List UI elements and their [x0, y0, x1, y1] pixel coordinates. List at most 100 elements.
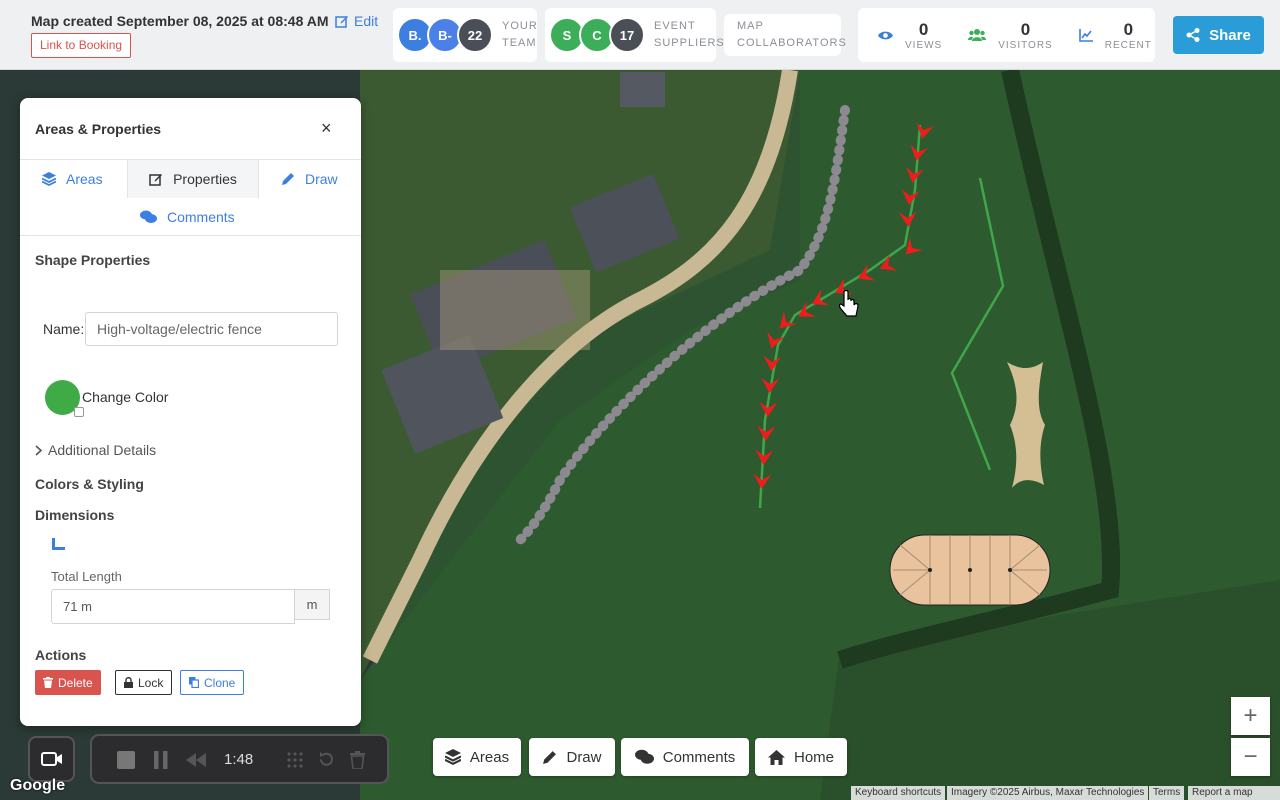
- additional-details-toggle[interactable]: Additional Details: [35, 442, 156, 458]
- actions-heading: Actions: [35, 647, 87, 663]
- visitors-count: 0: [1020, 19, 1031, 39]
- lock-button[interactable]: Lock: [115, 670, 173, 695]
- zoom-in-button[interactable]: +: [1231, 697, 1270, 735]
- comments-icon: [140, 210, 157, 223]
- top-header: Map created September 08, 2025 at 08:48 …: [0, 0, 1280, 70]
- comments-icon: [634, 749, 654, 764]
- delete-button[interactable]: Delete: [35, 670, 101, 695]
- trash-icon: [43, 677, 53, 688]
- trash-icon[interactable]: [350, 751, 365, 769]
- total-length-input[interactable]: [51, 589, 295, 624]
- copy-icon: [189, 677, 199, 688]
- edit-label: Edit: [354, 13, 379, 29]
- edit-map-link[interactable]: Edit: [335, 13, 378, 29]
- map-collaborators-box[interactable]: MAP COLLABORATORS: [724, 14, 846, 56]
- pencil-icon: [282, 173, 294, 185]
- comments-toolbar-button[interactable]: Comments: [621, 738, 749, 776]
- suppliers-label-2: SUPPLIERS: [654, 37, 725, 49]
- delete-label: Delete: [58, 675, 93, 690]
- edit-icon: [335, 16, 348, 28]
- shape-properties-heading: Shape Properties: [35, 252, 151, 268]
- visitors-stat: 0 VISITORS: [968, 20, 1053, 51]
- shed-roof: [620, 72, 665, 107]
- collaborators-label-1: MAP: [737, 20, 764, 32]
- areas-toolbar-label: Areas: [469, 748, 510, 766]
- tab-draw-label: Draw: [305, 171, 338, 187]
- recording-timer: 1:48: [224, 751, 254, 768]
- link-to-booking-button[interactable]: Link to Booking: [31, 33, 132, 58]
- draw-toolbar-label: Draw: [566, 748, 602, 766]
- close-icon[interactable]: ×: [321, 118, 332, 139]
- team-label-1: YOUR: [502, 20, 538, 32]
- color-picker-badge[interactable]: [74, 407, 84, 417]
- event-suppliers-box[interactable]: S C 17 EVENT SUPPLIERS: [545, 8, 724, 62]
- layers-icon: [444, 749, 461, 765]
- report-map-error-link[interactable]: Report a map error: [1188, 786, 1280, 800]
- eye-icon: [878, 31, 893, 39]
- your-team-box[interactable]: B. B- 22 YOUR TEAM: [393, 8, 537, 62]
- panel-tabs: Areas Properties Draw Comments: [20, 159, 361, 236]
- edit-icon: [149, 174, 163, 186]
- shape-name-input[interactable]: [85, 312, 338, 346]
- share-icon: [1186, 28, 1200, 42]
- home-toolbar-button[interactable]: Home: [755, 738, 847, 776]
- draw-toolbar-button[interactable]: Draw: [529, 738, 615, 776]
- terms-link[interactable]: Terms: [1149, 786, 1185, 800]
- suppliers-label-1: EVENT: [654, 20, 696, 32]
- layers-icon: [42, 172, 56, 186]
- team-count-badge[interactable]: 22: [457, 17, 493, 53]
- tab-areas[interactable]: Areas: [42, 160, 103, 198]
- users-icon: [968, 29, 987, 41]
- panel-title: Areas & Properties: [35, 121, 162, 137]
- yard: [440, 270, 590, 350]
- tab-comments[interactable]: Comments: [140, 198, 235, 236]
- tab-properties-label: Properties: [173, 171, 237, 187]
- supplier-count-badge[interactable]: 17: [609, 17, 645, 53]
- home-toolbar-label: Home: [793, 748, 834, 766]
- areas-properties-panel: Areas & Properties × Areas Properties Dr…: [20, 98, 361, 726]
- home-icon: [767, 749, 785, 765]
- pause-icon[interactable]: [154, 751, 168, 769]
- recent-count: 0: [1123, 19, 1134, 39]
- camera-button[interactable]: [28, 736, 75, 782]
- visitors-label: VISITORS: [998, 39, 1053, 51]
- tab-comments-label: Comments: [167, 209, 235, 225]
- trend-chart-icon: [1078, 28, 1093, 42]
- imagery-attribution: Imagery ©2025 Airbus, Maxar Technologies: [947, 786, 1149, 800]
- lock-icon: [124, 677, 133, 688]
- dimensions-heading: Dimensions: [35, 507, 115, 523]
- areas-toolbar-button[interactable]: Areas: [433, 738, 521, 776]
- total-length-label: Total Length: [51, 569, 122, 584]
- marquee-tent-shape[interactable]: [889, 534, 1051, 606]
- screen-recorder-controls: 1:48: [90, 734, 389, 784]
- share-button[interactable]: Share: [1173, 16, 1264, 54]
- comments-toolbar-label: Comments: [662, 748, 736, 766]
- collaborators-label-2: COLLABORATORS: [737, 37, 847, 49]
- zoom-out-button[interactable]: −: [1231, 738, 1270, 776]
- rewind-icon[interactable]: [186, 753, 206, 767]
- team-label-2: TEAM: [502, 37, 537, 49]
- dimensions-box: Total Length m: [35, 528, 348, 628]
- stop-icon[interactable]: [117, 751, 135, 769]
- change-color-label[interactable]: Change Color: [82, 389, 168, 405]
- tab-areas-label: Areas: [66, 171, 103, 187]
- restart-icon[interactable]: [318, 751, 335, 768]
- clone-button[interactable]: Clone: [180, 670, 245, 695]
- chevron-right-icon: [35, 444, 43, 456]
- tab-draw[interactable]: Draw: [281, 160, 338, 198]
- views-stat: 0 VIEWS: [878, 20, 942, 51]
- views-label: VIEWS: [905, 39, 943, 51]
- recent-label: RECENT: [1104, 39, 1152, 51]
- colors-styling-heading[interactable]: Colors & Styling: [35, 476, 144, 492]
- grid-dots-icon[interactable]: [287, 752, 303, 768]
- keyboard-shortcuts-link[interactable]: Keyboard shortcuts: [851, 786, 946, 800]
- stats-box: 0 VIEWS 0 VISITORS 0 RECENT: [858, 8, 1155, 62]
- clone-label: Clone: [204, 675, 236, 690]
- name-label: Name:: [43, 321, 85, 337]
- tab-properties[interactable]: Properties: [127, 160, 259, 198]
- camera-icon: [40, 752, 62, 766]
- pencil-icon: [543, 750, 557, 764]
- additional-details-label: Additional Details: [48, 442, 157, 458]
- google-logo: Google: [10, 777, 66, 794]
- recent-stat: 0 RECENT: [1078, 19, 1152, 51]
